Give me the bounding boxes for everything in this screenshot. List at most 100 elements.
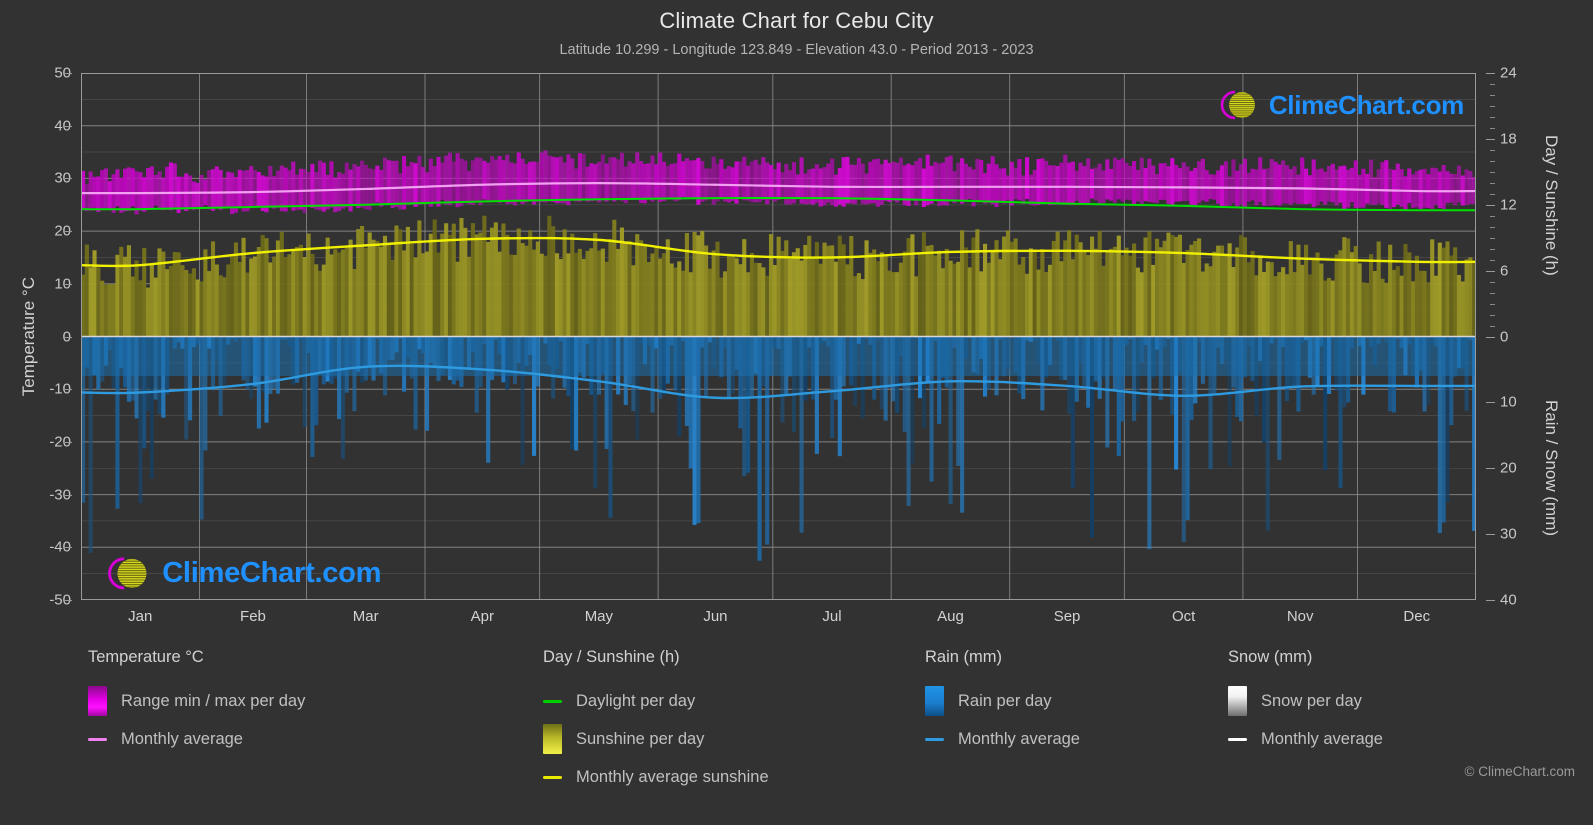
right-axis-minor-tick <box>1490 117 1495 118</box>
right-axis-minor-tick <box>1490 293 1495 294</box>
x-axis-tick-dec: Dec <box>1403 608 1430 625</box>
right-axis-minor-tick <box>1490 150 1495 151</box>
right-axis-minor-tick <box>1490 315 1495 316</box>
right-axis-title-sunshine: Day / Sunshine (h) <box>1538 73 1564 337</box>
legend-swatch <box>88 686 107 716</box>
x-axis-tick-nov: Nov <box>1287 608 1314 625</box>
right-axis-tick-sunshine: 0 <box>1500 328 1508 345</box>
left-axis-tick-mark <box>64 495 72 496</box>
right-axis-minor-tick <box>1490 326 1495 327</box>
legend-item[interactable]: Monthly average <box>1228 720 1383 758</box>
legend-label: Monthly average <box>121 730 243 749</box>
x-axis-tick-mar: Mar <box>353 608 379 625</box>
right-axis-tick-sunshine: 6 <box>1500 262 1508 279</box>
climechart-mark-icon <box>1209 85 1267 125</box>
x-axis-tick-may: May <box>585 608 613 625</box>
legend-label: Rain per day <box>958 692 1052 711</box>
right-axis-minor-tick <box>1490 227 1495 228</box>
climechart-mark-icon <box>95 551 160 596</box>
right-axis-tick-mark <box>1486 402 1495 403</box>
left-axis-tick-mark <box>64 547 72 548</box>
climechart-logo-text: ClimeChart.com <box>1269 90 1464 121</box>
left-axis-tick-mark <box>64 337 72 338</box>
x-axis-tick-jun: Jun <box>703 608 727 625</box>
left-axis-tick-mark <box>64 126 72 127</box>
x-axis-tick-aug: Aug <box>937 608 964 625</box>
legend-swatch <box>925 686 944 716</box>
x-axis-tick-feb: Feb <box>240 608 266 625</box>
plot-area: ClimeChart.com ClimeChart.com <box>81 73 1476 600</box>
chart-legend: Temperature °C Range min / max per day Mon… <box>0 648 1593 825</box>
legend-label: Monthly average <box>958 730 1080 749</box>
right-axis-tick-mark <box>1486 337 1495 338</box>
right-axis-minor-tick <box>1490 128 1495 129</box>
right-axis-tick-rain: 40 <box>1500 592 1517 609</box>
legend-item[interactable]: Snow per day <box>1228 682 1383 720</box>
left-axis-tick-mark <box>64 73 72 74</box>
legend-line-swatch <box>543 700 562 703</box>
x-axis-tick-jul: Jul <box>822 608 841 625</box>
right-axis-tick-sunshine: 18 <box>1500 130 1517 147</box>
right-axis-minor-tick <box>1490 84 1495 85</box>
right-axis-minor-tick <box>1490 282 1495 283</box>
right-axis-tick-mark <box>1486 271 1495 272</box>
right-axis-minor-tick <box>1490 238 1495 239</box>
legend-label: Daylight per day <box>576 692 695 711</box>
legend-item[interactable]: Monthly average sunshine <box>543 758 769 796</box>
legend-item[interactable]: Monthly average <box>925 720 1080 758</box>
left-axis-tick-mark <box>64 284 72 285</box>
right-axis-tick-mark <box>1486 139 1495 140</box>
right-axis-tick-rain: 10 <box>1500 394 1517 411</box>
x-axis-tick-jan: Jan <box>128 608 152 625</box>
right-axis-tick-mark <box>1486 600 1495 601</box>
right-axis-ticks: 2418126010203040 <box>1500 73 1540 600</box>
left-axis-tick-mark <box>64 600 72 601</box>
climechart-logo-bottom: ClimeChart.com <box>95 551 381 596</box>
legend-item[interactable]: Rain per day <box>925 682 1080 720</box>
legend-heading: Snow (mm) <box>1228 648 1383 668</box>
right-axis-minor-tick <box>1490 304 1495 305</box>
page-subtitle: Latitude 10.299 - Longitude 123.849 - El… <box>0 42 1593 58</box>
legend-label: Sunshine per day <box>576 730 704 749</box>
right-axis-title-rain: Rain / Snow (mm) <box>1538 337 1564 600</box>
right-axis-minor-tick <box>1490 172 1495 173</box>
legend-swatch <box>1228 686 1247 716</box>
copyright-notice: © ClimeChart.com <box>1465 764 1575 779</box>
left-axis-tick-mark <box>64 442 72 443</box>
right-axis-tick-rain: 20 <box>1500 460 1517 477</box>
right-axis-minor-tick <box>1490 216 1495 217</box>
right-axis-tick-mark <box>1486 205 1495 206</box>
right-axis-minor-tick <box>1490 260 1495 261</box>
legend-item[interactable]: Sunshine per day <box>543 720 769 758</box>
legend-line-swatch <box>88 738 107 741</box>
right-axis-minor-tick <box>1490 106 1495 107</box>
legend-column-day-sunshine-h: Day / Sunshine (h) Daylight per day Sunshi… <box>543 648 769 796</box>
left-axis-tick-mark <box>64 178 72 179</box>
legend-column-rain-mm: Rain (mm) Rain per day Monthly average <box>925 648 1080 758</box>
legend-label: Snow per day <box>1261 692 1362 711</box>
x-axis-tick-oct: Oct <box>1172 608 1195 625</box>
legend-heading: Temperature °C <box>88 648 305 668</box>
left-axis-ticks: 50403020100-10-20-30-40-50 <box>0 73 71 600</box>
right-axis-minor-tick <box>1490 194 1495 195</box>
x-axis-tick-sep: Sep <box>1054 608 1081 625</box>
right-axis-tick-sunshine: 24 <box>1500 65 1517 82</box>
right-axis-tick-mark <box>1486 534 1495 535</box>
right-axis-tick-mark <box>1486 468 1495 469</box>
right-axis-tick-sunshine: 12 <box>1500 196 1517 213</box>
right-axis-minor-tick <box>1490 95 1495 96</box>
right-axis-tick-rain: 30 <box>1500 526 1517 543</box>
legend-item[interactable]: Range min / max per day <box>88 682 305 720</box>
legend-item[interactable]: Daylight per day <box>543 682 769 720</box>
legend-item[interactable]: Monthly average <box>88 720 305 758</box>
legend-column-temperature-c: Temperature °C Range min / max per day Mon… <box>88 648 305 758</box>
legend-line-swatch <box>543 776 562 779</box>
legend-label: Monthly average <box>1261 730 1383 749</box>
legend-heading: Day / Sunshine (h) <box>543 648 769 668</box>
x-axis-tick-apr: Apr <box>471 608 494 625</box>
page-title: Climate Chart for Cebu City <box>0 8 1593 34</box>
right-axis-tick-mark <box>1486 73 1495 74</box>
legend-label: Range min / max per day <box>121 692 305 711</box>
legend-heading: Rain (mm) <box>925 648 1080 668</box>
climechart-logo-text: ClimeChart.com <box>162 557 381 590</box>
